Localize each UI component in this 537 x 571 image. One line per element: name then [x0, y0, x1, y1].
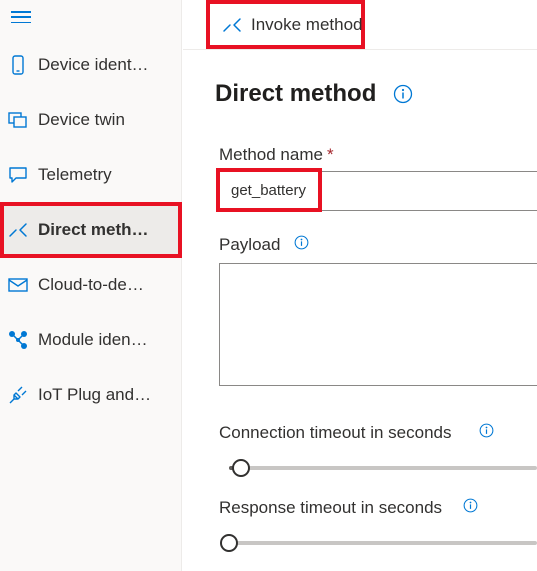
sidebar-item-label: Direct meth…: [38, 219, 149, 239]
cloud-to-device-icon: [8, 275, 28, 295]
info-icon[interactable]: [479, 423, 494, 438]
hamburger-menu-icon[interactable]: [10, 9, 32, 25]
command-bar: Invoke method: [183, 0, 537, 50]
sidebar-item-device-twin[interactable]: Device twin: [0, 92, 182, 147]
sidebar-item-telemetry[interactable]: Telemetry: [0, 147, 182, 202]
sidebar-item-label: Telemetry: [38, 164, 112, 184]
payload-label: Payload: [219, 235, 281, 254]
connection-timeout-slider-thumb[interactable]: [232, 459, 250, 477]
sidebar-item-label: IoT Plug and…: [38, 384, 152, 404]
module-identity-icon: [8, 330, 28, 350]
sidebar-item-label: Device ident…: [38, 54, 149, 74]
method-name-label-text: Method name: [219, 145, 323, 164]
info-icon[interactable]: [463, 498, 478, 513]
sidebar-item-module-identity[interactable]: Module iden…: [0, 312, 182, 367]
info-icon[interactable]: [393, 84, 413, 104]
page-title: Direct method: [215, 80, 377, 107]
sidebar-item-label: Cloud-to-de…: [38, 274, 144, 294]
invoke-method-label: Invoke method: [251, 14, 363, 34]
required-mark: *: [326, 145, 334, 164]
method-name-label: Method name *: [219, 145, 334, 165]
sidebar-item-label: Device twin: [38, 109, 125, 129]
response-timeout-slider-thumb[interactable]: [220, 534, 238, 552]
invoke-method-button[interactable]: Invoke method: [206, 0, 365, 49]
sidebar: Device ident… Device twin Telemetry Dire…: [0, 0, 182, 571]
sidebar-item-label: Module iden…: [38, 329, 148, 349]
sidebar-item-device-identity[interactable]: Device ident…: [0, 37, 182, 92]
app-root: Device ident… Device twin Telemetry Dire…: [0, 0, 537, 571]
direct-method-icon: [8, 220, 28, 240]
device-identity-icon: [8, 54, 28, 75]
payload-textarea[interactable]: [219, 263, 537, 386]
sidebar-item-iot-plug-and-play[interactable]: IoT Plug and…: [0, 367, 182, 422]
sidebar-item-cloud-to-device[interactable]: Cloud-to-de…: [0, 257, 182, 312]
sidebar-item-direct-method[interactable]: Direct meth…: [0, 202, 182, 258]
plug-icon: [8, 385, 28, 405]
response-timeout-label: Response timeout in seconds: [219, 498, 443, 517]
connection-timeout-label: Connection timeout in seconds: [219, 423, 452, 442]
telemetry-icon: [8, 165, 28, 185]
direct-method-icon: [222, 15, 242, 35]
info-icon[interactable]: [294, 235, 309, 250]
device-twin-icon: [8, 110, 28, 130]
response-timeout-slider-track[interactable]: [229, 541, 537, 545]
method-name-value: get_battery: [231, 182, 307, 199]
connection-timeout-slider-track[interactable]: [229, 466, 537, 470]
